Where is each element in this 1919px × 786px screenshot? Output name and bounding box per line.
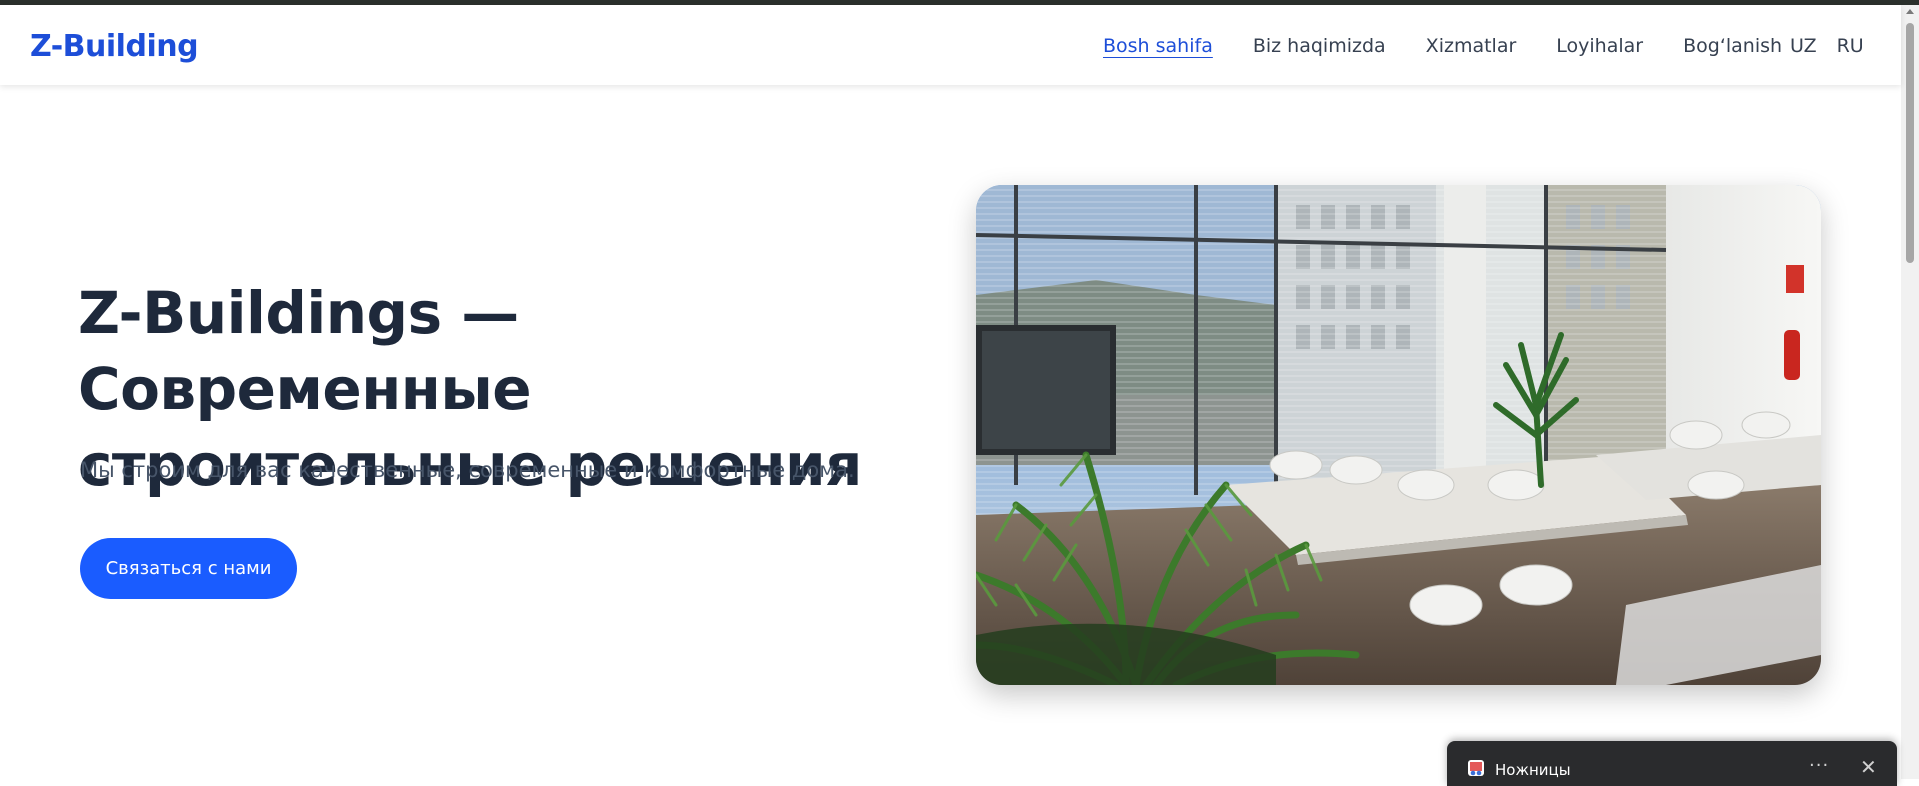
contact-us-button[interactable]: Связаться с нами xyxy=(80,538,297,599)
hero-subtitle: Мы строим для вас качественные, современ… xyxy=(80,458,855,482)
nav-link-contact[interactable]: Bog‘lanish xyxy=(1683,35,1782,57)
nav-link-projects[interactable]: Loyihalar xyxy=(1556,35,1643,57)
brand-logo[interactable]: Z-Building xyxy=(30,29,199,64)
site-header: Z-Building Bosh sahifa Biz haqimizda Xiz… xyxy=(0,5,1901,85)
language-switcher: UZ RU xyxy=(1790,35,1884,57)
scroll-thumb[interactable] xyxy=(1906,23,1914,263)
lang-uz[interactable]: UZ xyxy=(1790,35,1817,57)
nav-link-about[interactable]: Biz haqimizda xyxy=(1253,35,1386,57)
page-scrollbar[interactable] xyxy=(1901,5,1919,779)
close-icon[interactable]: ✕ xyxy=(1860,755,1877,779)
main-nav: Bosh sahifa Biz haqimizda Xizmatlar Loyi… xyxy=(1103,35,1822,57)
scroll-up-arrow-icon[interactable] xyxy=(1906,9,1914,14)
notification-title: Ножницы xyxy=(1495,761,1571,779)
nav-link-home[interactable]: Bosh sahifa xyxy=(1103,35,1213,57)
lang-ru[interactable]: RU xyxy=(1837,35,1864,57)
nav-link-services[interactable]: Xizmatlar xyxy=(1426,35,1517,57)
office-interior-photo xyxy=(976,185,1821,685)
snipping-tool-notification[interactable]: Ножницы ··· ✕ xyxy=(1447,741,1897,786)
more-icon[interactable]: ··· xyxy=(1809,755,1829,776)
